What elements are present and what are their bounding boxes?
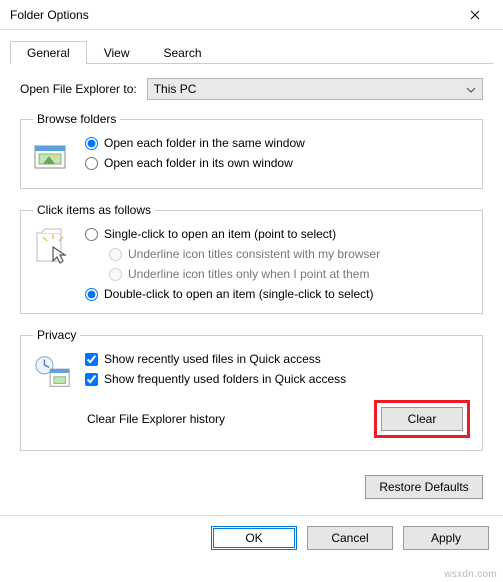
- radio-underline-point-label: Underline icon titles only when I point …: [128, 267, 369, 281]
- apply-button[interactable]: Apply: [403, 526, 489, 550]
- check-freq-folders-label: Show frequently used folders in Quick ac…: [104, 372, 346, 386]
- clear-history-label: Clear File Explorer history: [87, 412, 225, 426]
- chevron-down-icon: [466, 82, 476, 96]
- radio-single-click[interactable]: Single-click to open an item (point to s…: [85, 227, 380, 241]
- open-explorer-label: Open File Explorer to:: [20, 82, 137, 96]
- click-items-icon: [33, 227, 73, 267]
- tab-search[interactable]: Search: [147, 41, 219, 64]
- radio-own-window[interactable]: Open each folder in its own window: [85, 156, 305, 170]
- restore-defaults-button[interactable]: Restore Defaults: [365, 475, 483, 499]
- radio-underline-point: Underline icon titles only when I point …: [109, 267, 380, 281]
- close-button[interactable]: [455, 1, 495, 29]
- radio-underline-browser-input: [109, 248, 122, 261]
- open-explorer-value: This PC: [154, 82, 197, 96]
- tab-view[interactable]: View: [87, 41, 147, 64]
- watermark: wsxdn.com: [444, 569, 497, 580]
- radio-same-window-input[interactable]: [85, 137, 98, 150]
- browse-folders-group: Browse folders Open each folder in the s…: [20, 112, 483, 189]
- click-items-legend: Click items as follows: [33, 203, 155, 217]
- privacy-group: Privacy Show recently used files in Quic…: [20, 328, 483, 451]
- click-items-group: Click items as follows Single-click to o…: [20, 203, 483, 314]
- browse-folders-icon: [33, 136, 73, 176]
- privacy-icon: [33, 352, 73, 392]
- check-freq-folders[interactable]: Show frequently used folders in Quick ac…: [85, 372, 470, 386]
- radio-same-window-label: Open each folder in the same window: [104, 136, 305, 150]
- close-icon: [470, 10, 480, 20]
- radio-underline-browser-label: Underline icon titles consistent with my…: [128, 247, 380, 261]
- radio-own-window-input[interactable]: [85, 157, 98, 170]
- title-bar: Folder Options: [0, 0, 503, 30]
- dialog-footer: OK Cancel Apply: [0, 526, 503, 562]
- radio-double-click[interactable]: Double-click to open an item (single-cli…: [85, 287, 380, 301]
- radio-single-click-input[interactable]: [85, 228, 98, 241]
- open-explorer-row: Open File Explorer to: This PC: [20, 78, 483, 100]
- radio-underline-point-input: [109, 268, 122, 281]
- clear-highlight: Clear: [374, 400, 470, 438]
- open-explorer-dropdown[interactable]: This PC: [147, 78, 483, 100]
- window-title: Folder Options: [10, 8, 89, 22]
- radio-single-click-label: Single-click to open an item (point to s…: [104, 227, 336, 241]
- clear-button[interactable]: Clear: [381, 407, 463, 431]
- check-recent-files-input[interactable]: [85, 353, 98, 366]
- tab-content: Open File Explorer to: This PC Browse fo…: [0, 64, 503, 475]
- divider: [0, 515, 503, 516]
- privacy-legend: Privacy: [33, 328, 80, 342]
- check-freq-folders-input[interactable]: [85, 373, 98, 386]
- ok-button[interactable]: OK: [211, 526, 297, 550]
- check-recent-files[interactable]: Show recently used files in Quick access: [85, 352, 470, 366]
- check-recent-files-label: Show recently used files in Quick access: [104, 352, 321, 366]
- radio-same-window[interactable]: Open each folder in the same window: [85, 136, 305, 150]
- radio-own-window-label: Open each folder in its own window: [104, 156, 293, 170]
- tab-general[interactable]: General: [10, 41, 87, 64]
- tabs: General View Search: [10, 40, 493, 64]
- cancel-button[interactable]: Cancel: [307, 526, 393, 550]
- radio-underline-browser: Underline icon titles consistent with my…: [109, 247, 380, 261]
- browse-folders-legend: Browse folders: [33, 112, 120, 126]
- radio-double-click-input[interactable]: [85, 288, 98, 301]
- radio-double-click-label: Double-click to open an item (single-cli…: [104, 287, 373, 301]
